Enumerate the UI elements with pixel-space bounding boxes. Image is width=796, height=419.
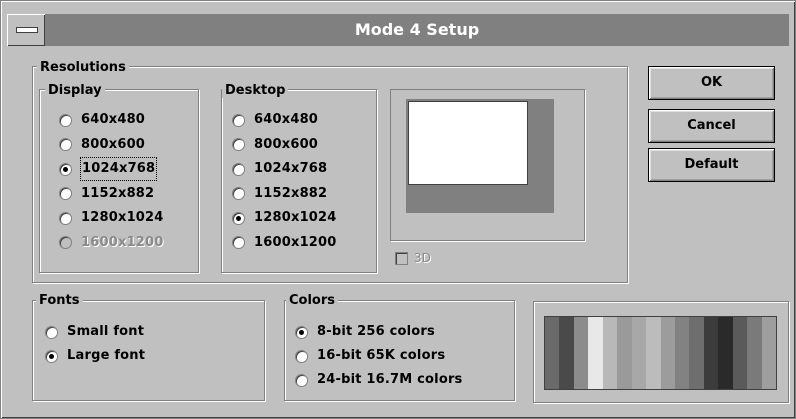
desktop-label: Desktop (222, 83, 289, 98)
palette-swatch (573, 317, 589, 389)
desktop-radio-0[interactable]: 640x480 (232, 109, 318, 131)
palette-swatch (674, 317, 690, 389)
radio-button-icon[interactable] (295, 373, 308, 387)
palette-swatch (545, 317, 560, 389)
display-radio-0[interactable]: 640x480 (59, 109, 145, 131)
display-radio-label: 1600x1200 (81, 234, 164, 250)
font-radio-label: Small font (67, 324, 145, 339)
radio-button-icon[interactable] (232, 138, 245, 151)
color-radio-0[interactable]: 8-bit 256 colors (295, 321, 435, 343)
radio-button-icon[interactable] (232, 187, 245, 200)
palette-swatch (747, 317, 762, 389)
palette-swatch (689, 317, 704, 389)
radio-button-icon[interactable] (59, 211, 72, 225)
palette-swatch (660, 317, 675, 389)
display-radio-3[interactable]: 1152x882 (59, 183, 154, 205)
desktop-radio-1[interactable]: 800x600 (232, 134, 318, 156)
checkbox-3d-box[interactable] (395, 251, 408, 265)
desktop-radio-label: 1152x882 (254, 185, 328, 201)
desktop-radio-label: 640x480 (254, 112, 319, 127)
radio-button-icon[interactable] (295, 349, 308, 363)
desktop-radio-label: 800x600 (254, 136, 319, 152)
colors-label: Colors (286, 293, 339, 308)
palette-swatch (631, 317, 647, 389)
system-menu-icon (16, 27, 38, 33)
palette-swatch (646, 317, 661, 389)
checkbox-3d[interactable]: 3D (395, 250, 431, 266)
display-label: Display (45, 83, 105, 98)
resolution-preview (390, 89, 585, 241)
palette-swatch (732, 317, 748, 389)
desktop-radio-label: 1024x768 (254, 161, 328, 176)
resolutions-label: Resolutions (37, 60, 129, 75)
display-radio-4[interactable]: 1280x1024 (59, 207, 164, 229)
radio-button-icon[interactable] (45, 325, 58, 339)
cancel-button[interactable]: Cancel (648, 109, 775, 143)
palette-swatch (602, 317, 618, 389)
display-radio-label: 1152x882 (81, 185, 155, 201)
font-radio-label: Large font (67, 348, 146, 363)
display-area-preview (408, 101, 528, 185)
color-radio-label: 16-bit 65K colors (317, 348, 446, 363)
display-radio-label: 640x480 (81, 112, 146, 127)
ok-button[interactable]: OK (648, 66, 775, 100)
color-palette-preview (533, 301, 789, 403)
palette-swatch (617, 317, 632, 389)
radio-button-icon[interactable] (232, 211, 245, 225)
mode-setup-dialog: Mode 4 Setup Resolutions Display 640x480… (0, 0, 796, 419)
radio-button-icon[interactable] (232, 113, 245, 127)
color-radio-label: 8-bit 256 colors (317, 324, 435, 339)
font-radio-0[interactable]: Small font (45, 321, 144, 343)
desktop-radio-label: 1600x1200 (254, 234, 337, 250)
radio-button-icon[interactable] (232, 236, 245, 249)
fonts-label: Fonts (36, 293, 83, 308)
radio-button-icon[interactable] (59, 236, 72, 249)
system-menu-button[interactable] (7, 14, 45, 46)
color-radio-label: 24-bit 16.7M colors (317, 372, 463, 387)
palette-swatch (588, 317, 603, 389)
palette-swatch (703, 317, 719, 389)
radio-button-icon[interactable] (232, 162, 245, 176)
display-radio-5[interactable]: 1600x1200 (59, 232, 164, 254)
palette-swatch (761, 317, 776, 389)
display-radio-label: 1024x768 (79, 157, 158, 181)
display-radio-1[interactable]: 800x600 (59, 134, 145, 156)
default-button[interactable]: Default (648, 148, 775, 182)
desktop-radio-5[interactable]: 1600x1200 (232, 232, 337, 254)
display-radio-2[interactable]: 1024x768 (59, 157, 158, 181)
palette-swatch (559, 317, 574, 389)
radio-button-icon[interactable] (59, 187, 72, 200)
desktop-radio-3[interactable]: 1152x882 (232, 183, 327, 205)
display-radio-label: 800x600 (81, 136, 146, 152)
radio-button-icon[interactable] (45, 349, 58, 363)
color-radio-2[interactable]: 24-bit 16.7M colors (295, 369, 463, 391)
display-radio-label: 1280x1024 (81, 210, 164, 225)
desktop-radio-4[interactable]: 1280x1024 (232, 207, 337, 229)
radio-button-icon[interactable] (295, 325, 308, 339)
radio-button-icon[interactable] (59, 113, 72, 127)
palette-swatch (718, 317, 733, 389)
color-radio-1[interactable]: 16-bit 65K colors (295, 345, 445, 367)
radio-button-icon[interactable] (59, 138, 72, 151)
font-radio-1[interactable]: Large font (45, 345, 145, 367)
palette-strip (544, 316, 777, 390)
desktop-radio-label: 1280x1024 (254, 210, 337, 225)
radio-button-icon[interactable] (59, 162, 72, 176)
title-bar: Mode 4 Setup (7, 14, 789, 46)
desktop-radio-2[interactable]: 1024x768 (232, 158, 327, 180)
checkbox-3d-label: 3D (414, 251, 431, 265)
window-title: Mode 4 Setup (354, 20, 480, 39)
